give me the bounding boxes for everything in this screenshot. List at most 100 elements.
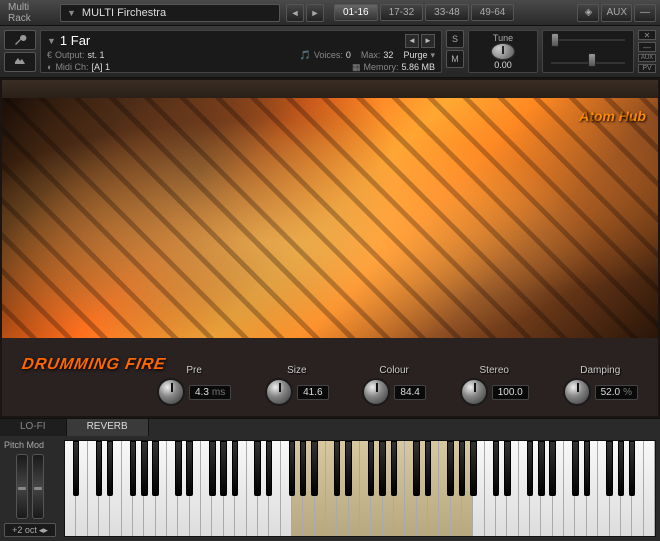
solo-button[interactable]: S — [446, 30, 464, 48]
virtual-keyboard[interactable] — [64, 440, 656, 537]
tune-label: Tune — [493, 33, 513, 43]
black-key[interactable] — [152, 441, 158, 496]
stereo-knob[interactable] — [460, 378, 488, 406]
black-key[interactable] — [289, 441, 295, 496]
output-field[interactable]: € Output: st. 1 — [47, 50, 105, 61]
colour-knob[interactable] — [362, 378, 390, 406]
instrument-next-button[interactable]: ► — [421, 34, 435, 48]
wood-frame-top — [2, 80, 658, 98]
kontakt-icon-button[interactable]: ◈ — [577, 4, 599, 22]
page-tab-1[interactable]: 01-16 — [334, 4, 378, 21]
page-tab-2[interactable]: 17-32 — [380, 4, 424, 21]
black-key[interactable] — [175, 441, 181, 496]
black-key[interactable] — [311, 441, 317, 496]
black-key[interactable] — [447, 441, 453, 496]
black-key[interactable] — [368, 441, 374, 496]
stereo-label: Stereo — [480, 365, 509, 376]
top-bar: Multi Rack ▼ MULTI Firchestra ◄ ► 01-16 … — [0, 0, 660, 26]
black-key[interactable] — [425, 441, 431, 496]
snapshot-icon[interactable] — [4, 52, 36, 72]
black-key[interactable] — [527, 441, 533, 496]
damping-knob[interactable] — [563, 378, 591, 406]
size-knob[interactable] — [265, 378, 293, 406]
tune-knob[interactable] — [491, 43, 515, 60]
close-instrument-button[interactable]: ✕ — [638, 30, 656, 40]
multi-title-text: MULTI Firchestra — [82, 7, 166, 19]
black-key[interactable] — [220, 441, 226, 496]
pre-label: Pre — [186, 365, 202, 376]
mod-wheel[interactable] — [32, 454, 44, 519]
black-key[interactable] — [549, 441, 555, 496]
memory-field: ▦ Memory: 5.86 MB — [352, 62, 435, 73]
pre-knob[interactable] — [157, 378, 185, 406]
pitch-wheel[interactable] — [16, 454, 28, 519]
black-key[interactable] — [209, 441, 215, 496]
black-key[interactable] — [493, 441, 499, 496]
black-key[interactable] — [345, 441, 351, 496]
tab-lofi[interactable]: LO-FI — [0, 419, 67, 436]
multi-title-dropdown[interactable]: ▼ MULTI Firchestra — [60, 4, 280, 22]
black-key[interactable] — [334, 441, 340, 496]
black-key[interactable] — [459, 441, 465, 496]
max-field[interactable]: Max: 32 — [361, 50, 394, 61]
stereo-value[interactable]: 100.0 — [492, 385, 529, 400]
black-key[interactable] — [141, 441, 147, 496]
tab-reverb[interactable]: REVERB — [67, 419, 149, 436]
instrument-name[interactable]: 1 Far — [60, 33, 401, 48]
multi-rack-label: Multi Rack — [0, 2, 60, 24]
black-key[interactable] — [413, 441, 419, 496]
black-key[interactable] — [232, 441, 238, 496]
aux-instrument-button[interactable]: AUX — [638, 54, 656, 62]
white-key[interactable] — [644, 441, 655, 536]
wrench-icon[interactable] — [4, 30, 36, 50]
black-key[interactable] — [96, 441, 102, 496]
vendor-logo: Atom Hub — [579, 108, 646, 124]
black-key[interactable] — [538, 441, 544, 496]
black-key[interactable] — [107, 441, 113, 496]
black-key[interactable] — [186, 441, 192, 496]
fx-tabs: LO-FI REVERB — [0, 418, 660, 436]
instrument-ui: Atom Hub DRUMMING FIRE Pre 4.3ms Size 41… — [0, 78, 660, 418]
purge-dropdown[interactable]: Purge ▾ — [403, 50, 435, 61]
minimize-button[interactable]: — — [634, 4, 656, 22]
reverb-controls: Pre 4.3ms Size 41.6 Colour 84.4 Stereo — [157, 365, 638, 406]
octave-shift-button[interactable]: +2 oct ◂▸ — [4, 523, 56, 537]
black-key[interactable] — [470, 441, 476, 496]
black-key[interactable] — [266, 441, 272, 496]
pitch-mod-label: Pitch Mod — [4, 440, 56, 450]
colour-label: Colour — [379, 365, 408, 376]
black-key[interactable] — [629, 441, 635, 496]
page-tab-4[interactable]: 49-64 — [471, 4, 515, 21]
multi-prev-button[interactable]: ◄ — [286, 4, 304, 22]
midi-field[interactable]: ◐ Midi Ch: [A] 1 — [47, 62, 110, 73]
pv-button[interactable]: PV — [638, 64, 656, 73]
colour-value[interactable]: 84.4 — [394, 385, 425, 400]
aux-button[interactable]: AUX — [601, 4, 632, 22]
pan-fader[interactable] — [551, 33, 559, 47]
tune-value[interactable]: 0.00 — [494, 60, 512, 70]
page-tab-3[interactable]: 33-48 — [425, 4, 469, 21]
volume-fader[interactable] — [588, 53, 596, 67]
black-key[interactable] — [130, 441, 136, 496]
damping-value[interactable]: 52.0% — [595, 385, 638, 400]
black-key[interactable] — [584, 441, 590, 496]
black-key[interactable] — [73, 441, 79, 496]
black-key[interactable] — [254, 441, 260, 496]
black-key[interactable] — [606, 441, 612, 496]
black-key[interactable] — [618, 441, 624, 496]
black-key[interactable] — [572, 441, 578, 496]
product-name: DRUMMING FIRE — [20, 356, 167, 374]
minimize-instrument-button[interactable]: — — [638, 42, 656, 52]
black-key[interactable] — [391, 441, 397, 496]
black-key[interactable] — [379, 441, 385, 496]
multi-next-button[interactable]: ► — [306, 4, 324, 22]
instrument-prev-button[interactable]: ◄ — [405, 34, 419, 48]
instrument-dropdown-icon[interactable]: ▼ — [47, 36, 56, 46]
dropdown-arrow-icon: ▼ — [67, 8, 76, 18]
size-value[interactable]: 41.6 — [297, 385, 328, 400]
mute-button[interactable]: M — [446, 50, 464, 68]
voices-field: 🎵 Voices: 0 — [300, 50, 351, 61]
pre-value[interactable]: 4.3ms — [189, 385, 231, 400]
black-key[interactable] — [300, 441, 306, 496]
black-key[interactable] — [504, 441, 510, 496]
